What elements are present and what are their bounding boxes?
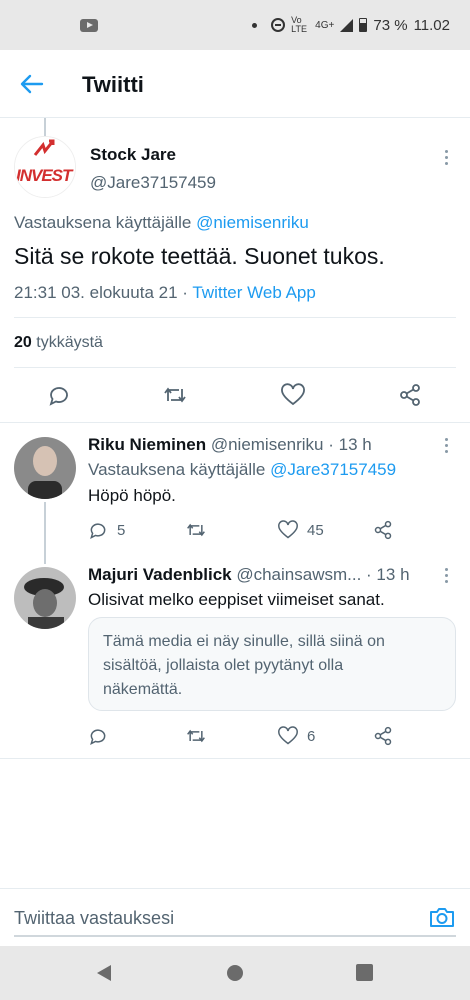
- recents-nav-icon[interactable]: [356, 964, 373, 981]
- thread-line-top: [44, 118, 46, 136]
- reply-icon[interactable]: [47, 383, 71, 407]
- likes-count: 20: [14, 334, 32, 351]
- media-hidden-notice[interactable]: Tämä media ei näy sinulle, sillä siinä o…: [88, 617, 456, 711]
- battery-percent: 73 %: [373, 16, 408, 34]
- avatar-riku-nieminen[interactable]: [14, 437, 76, 499]
- main-tweet-meta: 21:31 03. elokuuta 21 · Twitter Web App: [14, 283, 316, 303]
- reply-2-like-count: 6: [307, 728, 316, 745]
- reply-input[interactable]: Twiittaa vastauksesi: [14, 908, 174, 929]
- divider: [0, 758, 470, 759]
- meta-separator: ·: [182, 283, 188, 302]
- divider: [14, 317, 456, 318]
- profile-photo-icon: [14, 437, 76, 499]
- page-title: Twiitti: [82, 72, 144, 97]
- reply-1-more-icon[interactable]: [445, 438, 449, 456]
- avatar-majuri-vadenblick[interactable]: [14, 567, 76, 629]
- reply-2-retweet-icon[interactable]: [185, 726, 207, 746]
- reply-1-like-count: 45: [307, 522, 324, 539]
- avatar-stock-jare[interactable]: INVEST: [14, 136, 76, 198]
- main-tweet-display-name[interactable]: Stock Jare: [90, 145, 176, 165]
- camera-icon[interactable]: [428, 905, 456, 929]
- reply-1-text: Höpö höpö.: [88, 486, 176, 505]
- home-nav-icon[interactable]: [226, 964, 244, 982]
- main-tweet-source[interactable]: Twitter Web App: [192, 283, 315, 302]
- network-label: 4G+: [315, 19, 335, 31]
- main-tweet-text: Sitä se rokote teettää. Suonet tukos.: [14, 243, 385, 269]
- svg-text:INVEST: INVEST: [16, 166, 74, 185]
- reply-2-reply-icon[interactable]: [88, 726, 108, 746]
- do-not-disturb-icon: [271, 18, 286, 32]
- reply-1-display-name[interactable]: Riku Nieminen: [88, 435, 206, 454]
- main-tweet-reply-context: Vastauksena käyttäjälle @niemisenriku: [14, 213, 309, 233]
- reply-1-retweet-icon[interactable]: [185, 520, 207, 540]
- reply-input-underline: [14, 935, 456, 937]
- main-tweet-handle[interactable]: @Jare37157459: [90, 173, 216, 193]
- reply-2-display-name[interactable]: Majuri Vadenblick: [88, 565, 232, 584]
- battery-icon: [359, 18, 368, 32]
- main-tweet-more-icon[interactable]: [445, 150, 449, 168]
- reply-prefix: Vastauksena käyttäjälle: [14, 213, 192, 232]
- media-hidden-text: Tämä media ei näy sinulle, sillä siinä o…: [103, 633, 385, 698]
- reply-1-reply-to[interactable]: @Jare37157459: [270, 460, 396, 479]
- main-tweet-timestamp[interactable]: 21:31 03. elokuuta 21: [14, 283, 178, 302]
- likes-label: tykkäystä: [36, 334, 103, 351]
- reply-1-reply-count: 5: [117, 522, 126, 539]
- reply-2-share-icon[interactable]: [373, 726, 393, 746]
- reply-2-more-icon[interactable]: [445, 568, 449, 586]
- youtube-notification-icon: [80, 19, 98, 32]
- invest-logo-icon: INVEST: [15, 137, 75, 197]
- thread-line-middle: [44, 502, 46, 564]
- reply-2-text: Olisivat melko eeppiset viimeiset sanat.: [88, 590, 385, 609]
- reply-1-header: Riku Nieminen @niemisenriku · 13 h: [88, 435, 372, 455]
- reply-to-link[interactable]: @niemisenriku: [196, 213, 309, 232]
- back-nav-icon[interactable]: [95, 963, 113, 983]
- reply-2-like-icon[interactable]: [277, 726, 299, 746]
- reply-2-header: Majuri Vadenblick @chainsawsm... · 13 h: [88, 565, 410, 585]
- reply-2-handle[interactable]: @chainsawsm...: [236, 565, 361, 584]
- divider: [14, 367, 456, 368]
- reply-1-share-icon[interactable]: [373, 520, 393, 540]
- reply-bar: Twiittaa vastauksesi: [0, 888, 470, 946]
- retweet-icon[interactable]: [162, 383, 188, 407]
- back-arrow-icon[interactable]: [18, 70, 46, 98]
- status-bar-right: Vo LTE 4G+ 73 % 11.02: [252, 16, 450, 34]
- reply-1-prefix: Vastauksena käyttäjälle: [88, 460, 266, 479]
- signal-icon: [340, 18, 354, 32]
- profile-photo-icon: [14, 567, 76, 629]
- clock: 11.02: [413, 16, 450, 34]
- notification-dot-icon: [252, 22, 258, 28]
- share-icon[interactable]: [398, 383, 422, 407]
- reply-1-reply-icon[interactable]: [88, 520, 108, 540]
- volte-label: Vo LTE: [291, 15, 308, 34]
- system-navigation-bar: [0, 946, 470, 1000]
- reply-1-handle[interactable]: @niemisenriku: [211, 435, 324, 454]
- like-icon[interactable]: [280, 383, 306, 407]
- reply-1-time[interactable]: · 13 h: [328, 435, 371, 454]
- reply-2-time[interactable]: · 13 h: [366, 565, 409, 584]
- divider: [0, 422, 470, 423]
- header: Twiitti: [0, 50, 470, 118]
- status-bar: Vo LTE 4G+ 73 % 11.02: [0, 0, 470, 50]
- reply-1-context: Vastauksena käyttäjälle @Jare37157459: [88, 460, 396, 480]
- reply-1-like-icon[interactable]: [277, 520, 299, 540]
- likes-summary[interactable]: 20 tykkäystä: [14, 334, 103, 352]
